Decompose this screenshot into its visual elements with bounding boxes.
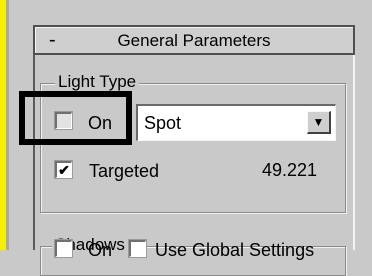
shadows-on-label[interactable]: On xyxy=(88,240,112,260)
shadows-on-checkbox[interactable] xyxy=(54,239,73,258)
annotation-highlight-box xyxy=(19,91,132,145)
rollout-border-right xyxy=(353,55,355,250)
general-parameters-rollout-header[interactable]: - General Parameters xyxy=(33,25,355,55)
rollout-border-left xyxy=(33,55,35,250)
use-global-settings-label[interactable]: Use Global Settings xyxy=(155,240,314,260)
dropdown-arrow-icon[interactable]: ▼ xyxy=(307,111,331,134)
target-distance-value: 49.221 xyxy=(262,160,318,180)
targeted-checkbox[interactable]: ✔ xyxy=(54,160,73,179)
rollout-title: General Parameters xyxy=(117,31,271,50)
targeted-label[interactable]: Targeted xyxy=(89,161,159,181)
light-type-group-label: Light Type xyxy=(55,72,140,92)
light-type-dropdown[interactable]: Spot ▼ xyxy=(136,104,336,141)
window-edge-shadow xyxy=(6,0,9,250)
use-global-settings-checkbox[interactable] xyxy=(128,239,147,258)
light-type-selected-value: Spot xyxy=(144,113,182,133)
